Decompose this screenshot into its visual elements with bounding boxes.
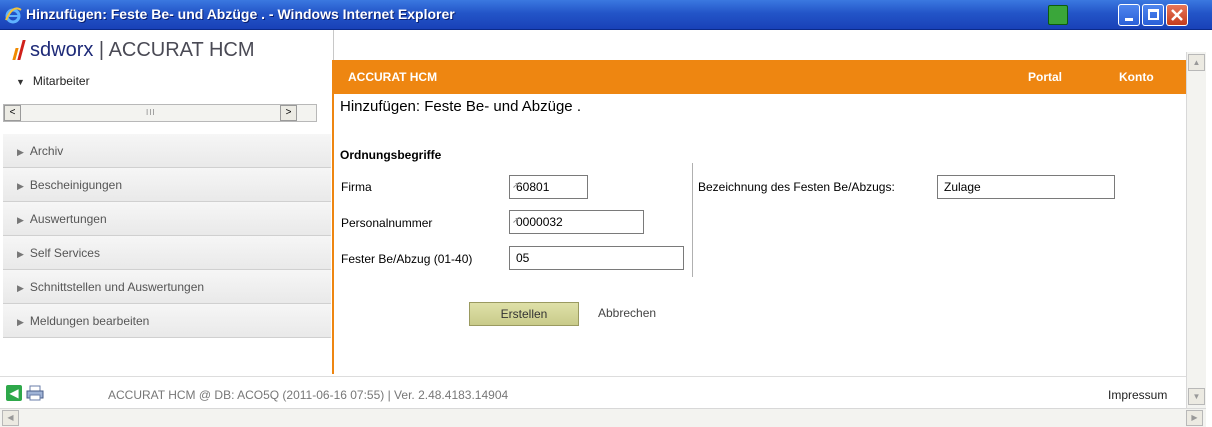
logo-product: | ACCURAT HCM <box>93 38 255 61</box>
scroll-up-button[interactable]: ▲ <box>1188 54 1205 71</box>
logo-brand: sdworx <box>30 38 94 61</box>
triangle-right-icon: ▶ <box>17 249 24 259</box>
portal-link[interactable]: Portal <box>1028 70 1062 84</box>
sidebar-item-self-services[interactable]: ▶ Self Services <box>3 236 331 270</box>
window-titlebar: Hinzufügen: Feste Be- und Abzüge . - Win… <box>0 0 1212 30</box>
sidebar-item-meldungen[interactable]: ▶ Meldungen bearbeiten <box>3 304 331 338</box>
firma-label: Firma <box>341 180 372 194</box>
triangle-right-icon: ▶ <box>17 283 24 293</box>
window-title: Hinzufügen: Feste Be- und Abzüge . - Win… <box>26 6 455 22</box>
close-button[interactable] <box>1166 4 1188 26</box>
lookup-arrow-icon: ➚ <box>512 215 520 225</box>
sidebar-nav-list: ▶ Archiv ▶ Bescheinigungen ▶ Auswertungen ▶… <box>3 134 331 338</box>
logo-mark <box>12 38 30 62</box>
sidebar-item-archiv[interactable]: ▶ Archiv <box>3 134 331 168</box>
content-border <box>332 60 334 374</box>
create-button[interactable]: Erstellen <box>469 302 579 326</box>
close-icon <box>1171 9 1183 21</box>
app-header: ACCURAT HCM Portal Konto <box>334 60 1186 94</box>
fester-abzug-label: Fester Be/Abzug (01-40) <box>341 252 473 266</box>
scroll-left-arrow[interactable]: ◀ <box>2 410 19 426</box>
triangle-right-icon: ▶ <box>17 181 24 191</box>
lookup-arrow-icon: ➚ <box>512 180 520 190</box>
firma-field[interactable]: ➚ 60801 <box>509 175 588 199</box>
sidebar-item-bescheinigungen[interactable]: ▶ Bescheinigungen <box>3 168 331 202</box>
scroll-down-button[interactable]: ▼ <box>1188 388 1205 405</box>
maximize-button[interactable] <box>1142 4 1164 26</box>
personalnummer-label: Personalnummer <box>341 216 433 230</box>
impressum-link[interactable]: Impressum <box>1108 388 1167 402</box>
page-horizontal-scrollbar[interactable]: ◀ ▶ <box>0 408 1206 427</box>
minimize-button[interactable] <box>1118 4 1140 26</box>
version-info: ACCURAT HCM @ DB: ACO5Q (2011-06-16 07:5… <box>108 388 509 402</box>
sidebar-item-schnittstellen[interactable]: ▶ Schnittstellen und Auswertungen <box>3 270 331 304</box>
konto-link[interactable]: Konto <box>1119 70 1154 84</box>
scroll-right-button[interactable]: > <box>280 105 297 121</box>
printer-icon[interactable] <box>26 385 44 401</box>
minimize-icon <box>1125 18 1133 21</box>
triangle-right-icon: ▶ <box>17 215 24 225</box>
cancel-link[interactable]: Abbrechen <box>598 306 656 320</box>
scroll-grip[interactable]: III <box>146 108 156 117</box>
status-footer: ◀ ACCURAT HCM @ DB: ACO5Q (2011-06-16 07… <box>0 376 1186 408</box>
sidebar-item-auswertungen[interactable]: ▶ Auswertungen <box>3 202 331 236</box>
page-title: Hinzufügen: Feste Be- und Abzüge . <box>340 98 581 115</box>
scroll-left-button[interactable]: < <box>4 105 21 121</box>
section-heading: Ordnungsbegriffe <box>340 148 442 162</box>
bezeichnung-label: Bezeichnung des Festen Be/Abzugs: <box>698 180 895 194</box>
internet-explorer-icon <box>5 7 22 24</box>
sidebar-section-mitarbeiter[interactable]: ▼ Mitarbeiter <box>16 74 90 88</box>
logo: sdworx | ACCURAT HCM <box>12 38 255 66</box>
header-brand: ACCURAT HCM <box>348 70 438 84</box>
personalnummer-field[interactable]: ➚ 0000032 <box>509 210 644 234</box>
scroll-right-arrow[interactable]: ▶ <box>1186 410 1203 426</box>
fester-abzug-field[interactable]: 05 <box>509 246 684 270</box>
triangle-right-icon: ▶ <box>17 147 24 157</box>
triangle-right-icon: ▶ <box>17 317 24 327</box>
printer-status-icon[interactable] <box>1048 5 1068 25</box>
triangle-down-icon: ▼ <box>16 77 25 87</box>
column-divider <box>692 163 693 277</box>
page-vertical-scrollbar[interactable]: ▲ ▼ <box>1186 52 1206 408</box>
maximize-icon <box>1148 9 1159 20</box>
bezeichnung-field[interactable]: Zulage <box>937 175 1115 199</box>
back-arrow-icon[interactable]: ◀ <box>6 385 22 401</box>
sidebar-horizontal-scrollbar[interactable]: < III > <box>3 104 317 122</box>
